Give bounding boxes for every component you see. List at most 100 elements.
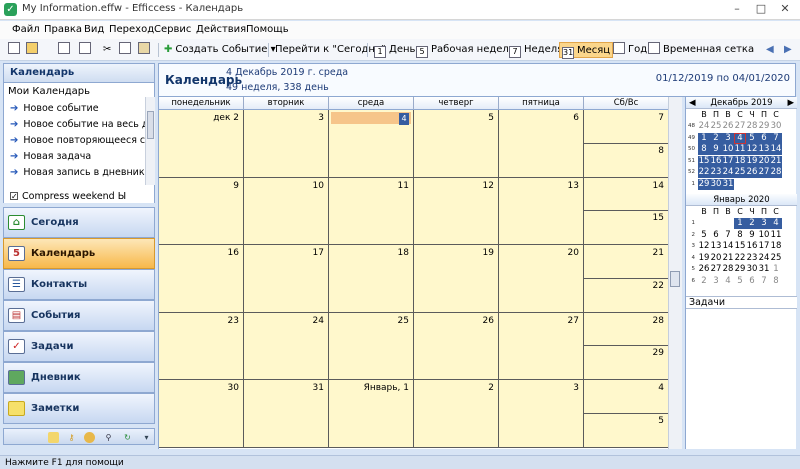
mini-cal-day[interactable]: 28 xyxy=(722,264,734,275)
day-cell[interactable]: 12 xyxy=(414,177,499,245)
day-cell[interactable]: 18 xyxy=(329,245,414,313)
mini-cal-day[interactable]: 24 xyxy=(722,167,734,178)
weekend-cell[interactable]: 21 22 xyxy=(584,245,669,313)
menu-help[interactable]: Помощь xyxy=(246,24,289,35)
mini-cal-day[interactable]: 9 xyxy=(710,144,722,155)
mini-cal-day[interactable]: 28 xyxy=(770,167,782,178)
mini-cal-day[interactable]: 22 xyxy=(734,253,746,264)
previous-arrow-icon[interactable]: ◀ xyxy=(764,42,776,58)
mini-cal-day[interactable]: 22 xyxy=(698,167,710,178)
mini-cal-day[interactable]: 8 xyxy=(698,144,710,155)
day-cell[interactable]: 4 xyxy=(329,110,414,178)
day-cell[interactable]: 2 xyxy=(414,380,499,448)
new-recurring-event-link[interactable]: ➔ Новое повторяющееся со xyxy=(10,135,148,146)
copy-icon[interactable] xyxy=(117,42,136,58)
nav-calendar[interactable]: 5 Календарь xyxy=(3,238,155,269)
mini-cal-day[interactable]: 11 xyxy=(734,144,746,155)
mini-cal-prev-icon[interactable]: ◀ xyxy=(689,97,696,109)
mini-cal-day[interactable]: 11 xyxy=(770,230,782,241)
mini-cal-day[interactable]: 13 xyxy=(710,241,722,252)
nav-today[interactable]: ⌂ Сегодня xyxy=(3,207,155,238)
goto-today-button[interactable]: Перейти к "Сегодня" xyxy=(273,42,388,58)
close-button[interactable]: ✕ xyxy=(772,1,798,17)
mini-cal-day[interactable]: 17 xyxy=(758,241,770,252)
day-cell[interactable]: 3 xyxy=(499,380,584,448)
mini-cal-day[interactable]: 25 xyxy=(710,121,722,132)
mini-cal-day[interactable]: 4 xyxy=(770,218,782,229)
mini-cal-day[interactable]: 5 xyxy=(698,230,710,241)
mini-cal-day[interactable]: 10 xyxy=(722,144,734,155)
mini-cal-day[interactable]: 26 xyxy=(746,167,758,178)
mini-cal-day[interactable]: 31 xyxy=(722,178,734,190)
mini-cal-day[interactable]: 5 xyxy=(734,276,746,287)
mini-cal-day[interactable]: 25 xyxy=(734,167,746,178)
mini-cal-day[interactable]: 21 xyxy=(722,253,734,264)
nav-events[interactable]: ▤ События xyxy=(3,300,155,331)
mini-cal-day[interactable]: 14 xyxy=(722,241,734,252)
mini-cal-day[interactable]: 4 xyxy=(722,276,734,287)
day-cell[interactable]: 16 xyxy=(159,245,244,313)
mini-cal-day[interactable]: 1 xyxy=(698,132,710,144)
day-cell[interactable]: 30 xyxy=(159,380,244,448)
menu-file[interactable]: Файл xyxy=(12,24,40,35)
search-icon[interactable]: ⚲ xyxy=(103,432,114,443)
mini-cal-day[interactable]: 12 xyxy=(698,241,710,252)
chevron-down-icon[interactable]: ▾ xyxy=(141,432,152,443)
nav-diary[interactable]: Дневник xyxy=(3,362,155,393)
mini-cal-day[interactable]: 8 xyxy=(770,276,782,287)
mini-cal-day[interactable]: 31 xyxy=(758,264,770,275)
mini-cal-day[interactable]: 2 xyxy=(746,218,758,229)
mini-cal-day[interactable]: 27 xyxy=(734,121,746,132)
mini-cal-day[interactable]: 10 xyxy=(758,230,770,241)
mini-cal-day[interactable]: 4 xyxy=(734,132,746,144)
mini-cal-day[interactable]: 30 xyxy=(746,264,758,275)
day-cell[interactable]: 23 xyxy=(159,312,244,380)
notes-small-icon[interactable] xyxy=(48,432,59,443)
mini-cal-day[interactable]: 3 xyxy=(758,218,770,229)
day-cell[interactable]: 24 xyxy=(244,312,329,380)
mini-cal-day[interactable]: 24 xyxy=(758,253,770,264)
mini-cal-day[interactable]: 26 xyxy=(698,264,710,275)
print-icon[interactable] xyxy=(56,42,75,58)
next-arrow-icon[interactable]: ▶ xyxy=(782,42,794,58)
view-year-button[interactable]: Год xyxy=(611,42,649,58)
mini-cal-day[interactable]: 13 xyxy=(758,144,770,155)
mini-cal-day[interactable]: 3 xyxy=(722,132,734,144)
day-cell[interactable]: 3 xyxy=(244,110,329,178)
mini-cal-day[interactable]: 7 xyxy=(722,230,734,241)
mini-cal-day[interactable]: 15 xyxy=(734,241,746,252)
sync-icon[interactable]: ↻ xyxy=(122,432,133,443)
mini-cal-day[interactable]: 18 xyxy=(734,155,746,167)
calendar-scroll-thumb[interactable] xyxy=(670,271,680,287)
menu-go[interactable]: Переход xyxy=(109,24,154,35)
mini-cal-day[interactable]: 9 xyxy=(746,230,758,241)
day-cell[interactable]: дек 2 xyxy=(159,110,244,178)
mini-cal-day[interactable]: 20 xyxy=(758,155,770,167)
day-cell[interactable]: 25 xyxy=(329,312,414,380)
open-folder-icon[interactable] xyxy=(24,42,43,58)
new-file-icon[interactable] xyxy=(6,42,25,58)
new-task-link[interactable]: ➔ Новая задача xyxy=(10,151,148,162)
paste-icon[interactable] xyxy=(136,42,155,58)
mini-cal-day[interactable]: 29 xyxy=(758,121,770,132)
day-cell[interactable]: 6 xyxy=(499,110,584,178)
maximize-button[interactable]: □ xyxy=(748,1,774,17)
mini-cal-day[interactable]: 20 xyxy=(710,253,722,264)
weekend-cell[interactable]: 28 29 xyxy=(584,312,669,380)
mini-cal-day[interactable]: 17 xyxy=(722,155,734,167)
mini-cal-day[interactable]: 8 xyxy=(734,230,746,241)
mini-cal-day[interactable]: 5 xyxy=(746,132,758,144)
cut-icon[interactable]: ✂ xyxy=(101,42,113,58)
mini-cal-day[interactable]: 2 xyxy=(710,132,722,144)
mini-cal-day[interactable]: 7 xyxy=(770,132,782,144)
view-week-button[interactable]: 7 Неделя xyxy=(507,42,565,58)
mini-cal-day[interactable]: 16 xyxy=(746,241,758,252)
mini-cal-day[interactable]: 28 xyxy=(746,121,758,132)
mini-cal-day[interactable]: 29 xyxy=(698,178,710,190)
menu-view[interactable]: Вид xyxy=(84,24,104,35)
mini-cal-day[interactable]: 7 xyxy=(758,276,770,287)
mini-cal-day[interactable]: 27 xyxy=(758,167,770,178)
menu-tools[interactable]: Сервис xyxy=(154,24,191,35)
day-cell[interactable]: 9 xyxy=(159,177,244,245)
mini-cal-day[interactable]: 16 xyxy=(710,155,722,167)
